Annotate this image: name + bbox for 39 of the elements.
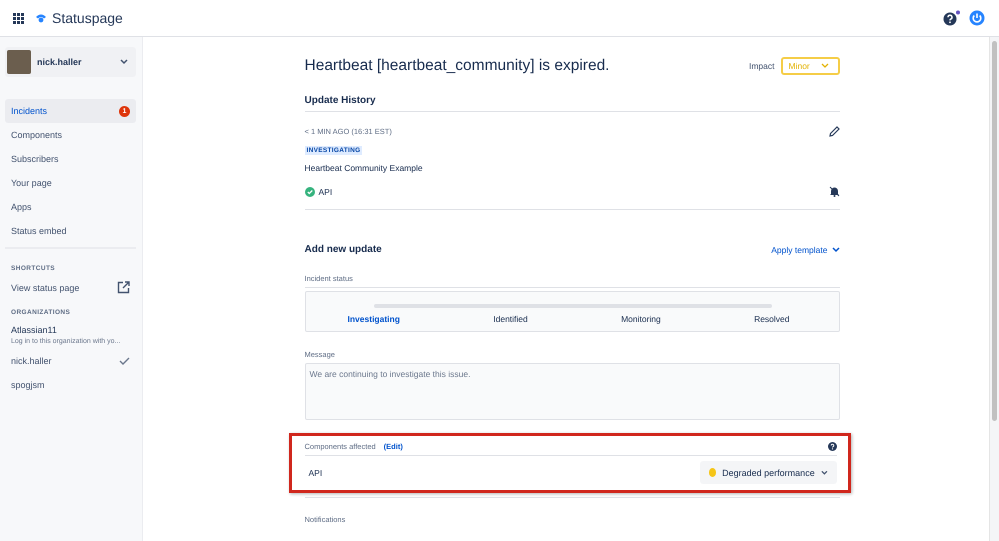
help-icon[interactable] (943, 10, 961, 26)
avatar-photo-placeholder (7, 50, 31, 74)
incident-title: Heartbeat [heartbeat_community] is expired. (304, 57, 610, 75)
chevron-down-icon (120, 59, 128, 65)
pencil-icon[interactable] (828, 126, 840, 137)
impact-label: Impact (748, 61, 774, 71)
component-name: API (318, 186, 332, 196)
update-message: Heartbeat Community Example (304, 163, 423, 173)
chevron-down-icon (820, 63, 828, 69)
user-menu[interactable]: nick.haller (5, 47, 136, 77)
status-step[interactable]: Investigating (348, 314, 400, 324)
scrollbar[interactable] (989, 37, 999, 541)
external-link-icon (117, 281, 130, 294)
logo-icon (35, 13, 47, 23)
bell-icon[interactable] (828, 186, 840, 197)
organization-item[interactable]: nick.haller (5, 349, 136, 373)
organization-item[interactable]: spogjsm (5, 373, 136, 397)
sidebar-item[interactable]: Apps (5, 195, 136, 219)
app-name: Statuspage (52, 10, 123, 26)
status-step[interactable]: Identified (493, 314, 528, 324)
sidebar-item[interactable]: Your page (5, 171, 136, 195)
section-heading: Update History (304, 95, 840, 112)
power-icon[interactable] (969, 10, 985, 26)
sidebar-item[interactable]: Subscribers (5, 147, 136, 171)
chevron-down-icon (820, 470, 828, 476)
sidebar-item[interactable]: Status embed (5, 219, 136, 243)
check-circle-icon (304, 186, 314, 196)
status-step[interactable]: Monitoring (621, 314, 661, 324)
chevron-down-icon (832, 246, 840, 252)
sidebar-item[interactable]: Components (5, 123, 136, 147)
component-name: API (308, 468, 322, 478)
message-field[interactable]: We are continuing to investigate this issue. (304, 363, 840, 420)
apply-template-link[interactable]: Apply template (771, 244, 840, 254)
app-grid-icon[interactable] (13, 12, 24, 24)
help-icon[interactable] (828, 442, 836, 451)
status-step[interactable]: Resolved (754, 314, 790, 324)
sidebar-link[interactable]: View status page (5, 277, 136, 298)
component-status-dropdown[interactable]: Degraded performance (700, 461, 836, 484)
section-heading: Add new update (304, 244, 382, 255)
